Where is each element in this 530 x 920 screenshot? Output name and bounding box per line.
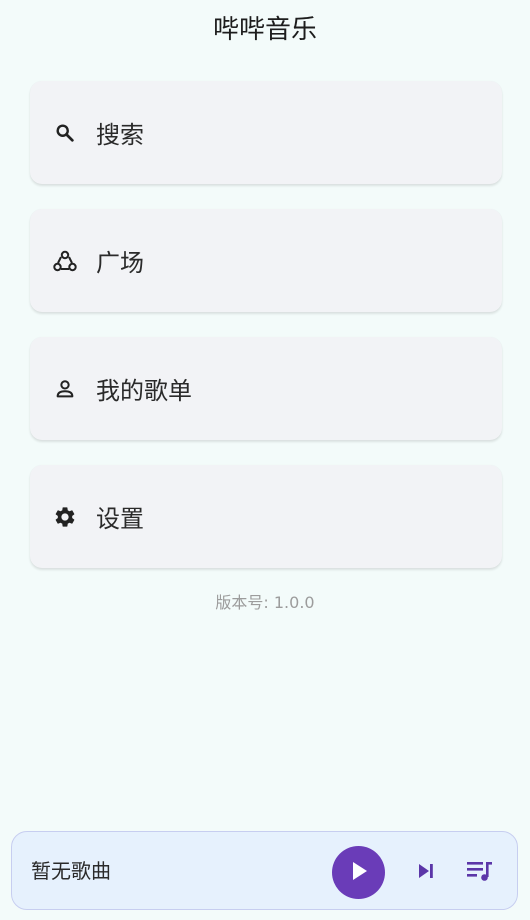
menu-item-settings-label: 设置 xyxy=(96,505,144,533)
main-menu: 搜索 广场 我的歌单 设置 xyxy=(30,81,502,593)
queue-music-icon xyxy=(466,862,494,888)
person-icon xyxy=(52,376,78,402)
menu-item-plaza-label: 广场 xyxy=(96,249,144,277)
menu-item-my-playlists-label: 我的歌单 xyxy=(96,377,192,405)
skip-next-button[interactable] xyxy=(414,859,438,883)
play-button[interactable] xyxy=(332,846,385,899)
menu-item-my-playlists[interactable]: 我的歌单 xyxy=(30,337,502,440)
search-icon xyxy=(52,120,78,146)
app-title: 哔哔音乐 xyxy=(212,15,317,45)
skip-next-icon xyxy=(414,864,438,887)
menu-item-search[interactable]: 搜索 xyxy=(30,81,502,184)
menu-item-settings[interactable]: 设置 xyxy=(30,465,502,568)
community-icon xyxy=(52,248,78,274)
menu-item-plaza[interactable]: 广场 xyxy=(30,209,502,312)
play-icon xyxy=(349,860,369,886)
gear-icon xyxy=(52,504,78,530)
mini-player[interactable]: 暂无歌曲 xyxy=(11,831,518,910)
current-song-title: 暂无歌曲 xyxy=(31,859,111,883)
menu-item-search-label: 搜索 xyxy=(96,121,144,149)
queue-button[interactable] xyxy=(466,858,494,884)
version-label: 版本号: 1.0.0 xyxy=(215,593,315,612)
